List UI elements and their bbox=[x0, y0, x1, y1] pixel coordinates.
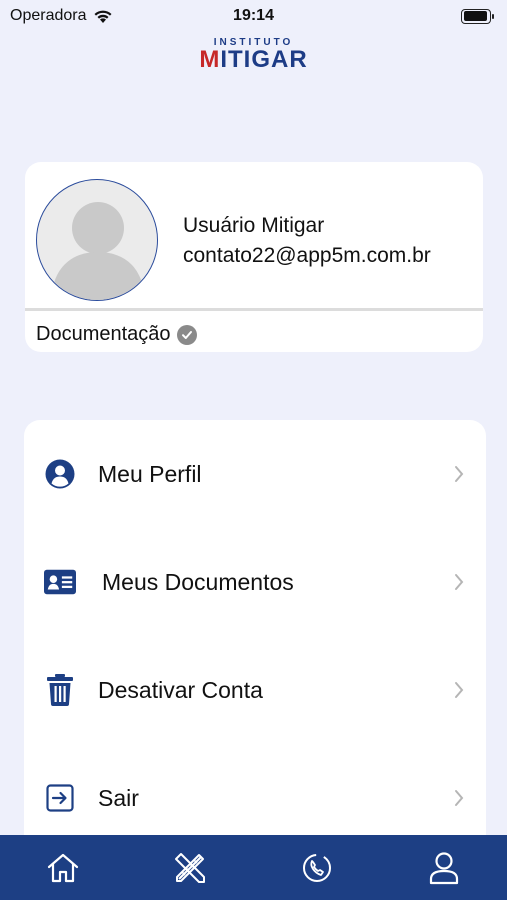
trash-icon bbox=[44, 674, 76, 706]
status-time: 19:14 bbox=[233, 7, 274, 24]
id-card-icon bbox=[44, 566, 76, 598]
profile-card: Usuário Mitigar contato22@app5m.com.br D… bbox=[25, 162, 483, 352]
menu-label: Meu Perfil bbox=[98, 460, 202, 487]
tab-phone[interactable] bbox=[287, 843, 347, 893]
logo: INSTITUTO MITIGAR bbox=[0, 38, 507, 72]
menu-label: Sair bbox=[98, 784, 139, 811]
wifi-icon bbox=[94, 10, 111, 23]
status-bar: Operadora 19:14 bbox=[0, 0, 507, 32]
menu-item-meus-documentos[interactable]: Meus Documentos bbox=[24, 552, 486, 612]
documentation-row: Documentação bbox=[36, 323, 197, 346]
avatar[interactable] bbox=[36, 179, 158, 301]
documentation-label: Documentação bbox=[36, 323, 171, 345]
tab-tools[interactable] bbox=[160, 843, 220, 893]
phone-icon bbox=[302, 853, 331, 882]
menu-item-meu-perfil[interactable]: Meu Perfil bbox=[24, 444, 486, 504]
chevron-right-icon bbox=[455, 574, 464, 590]
tab-home[interactable] bbox=[33, 843, 93, 893]
battery-icon bbox=[461, 8, 494, 24]
user-email: contato22@app5m.com.br bbox=[183, 244, 431, 267]
tools-icon bbox=[175, 852, 206, 883]
logo-main-text: MITIGAR bbox=[0, 48, 507, 72]
menu-label: Desativar Conta bbox=[98, 676, 263, 703]
logo-rest: ITIGAR bbox=[220, 46, 308, 73]
home-icon bbox=[48, 853, 79, 882]
logo-prefix: M bbox=[199, 46, 221, 73]
user-name: Usuário Mitigar bbox=[183, 214, 325, 237]
menu-card: Meu Perfil Meus Documentos Desativar Con… bbox=[24, 420, 486, 860]
chevron-right-icon bbox=[455, 790, 464, 806]
check-icon bbox=[176, 324, 197, 345]
menu-label: Meus Documentos bbox=[102, 568, 294, 595]
chevron-right-icon bbox=[455, 466, 464, 482]
menu-item-sair[interactable]: Sair bbox=[24, 768, 486, 828]
tab-user[interactable] bbox=[414, 843, 474, 893]
card-divider bbox=[25, 308, 483, 311]
tab-bar bbox=[0, 835, 507, 900]
menu-item-desativar-conta[interactable]: Desativar Conta bbox=[24, 660, 486, 720]
avatar-placeholder-icon bbox=[51, 202, 145, 300]
status-left: Operadora bbox=[10, 7, 113, 25]
chevron-right-icon bbox=[455, 682, 464, 698]
user-icon bbox=[429, 851, 458, 884]
logout-icon bbox=[44, 782, 76, 814]
user-circle-icon bbox=[44, 458, 76, 490]
carrier-label: Operadora bbox=[10, 7, 87, 24]
